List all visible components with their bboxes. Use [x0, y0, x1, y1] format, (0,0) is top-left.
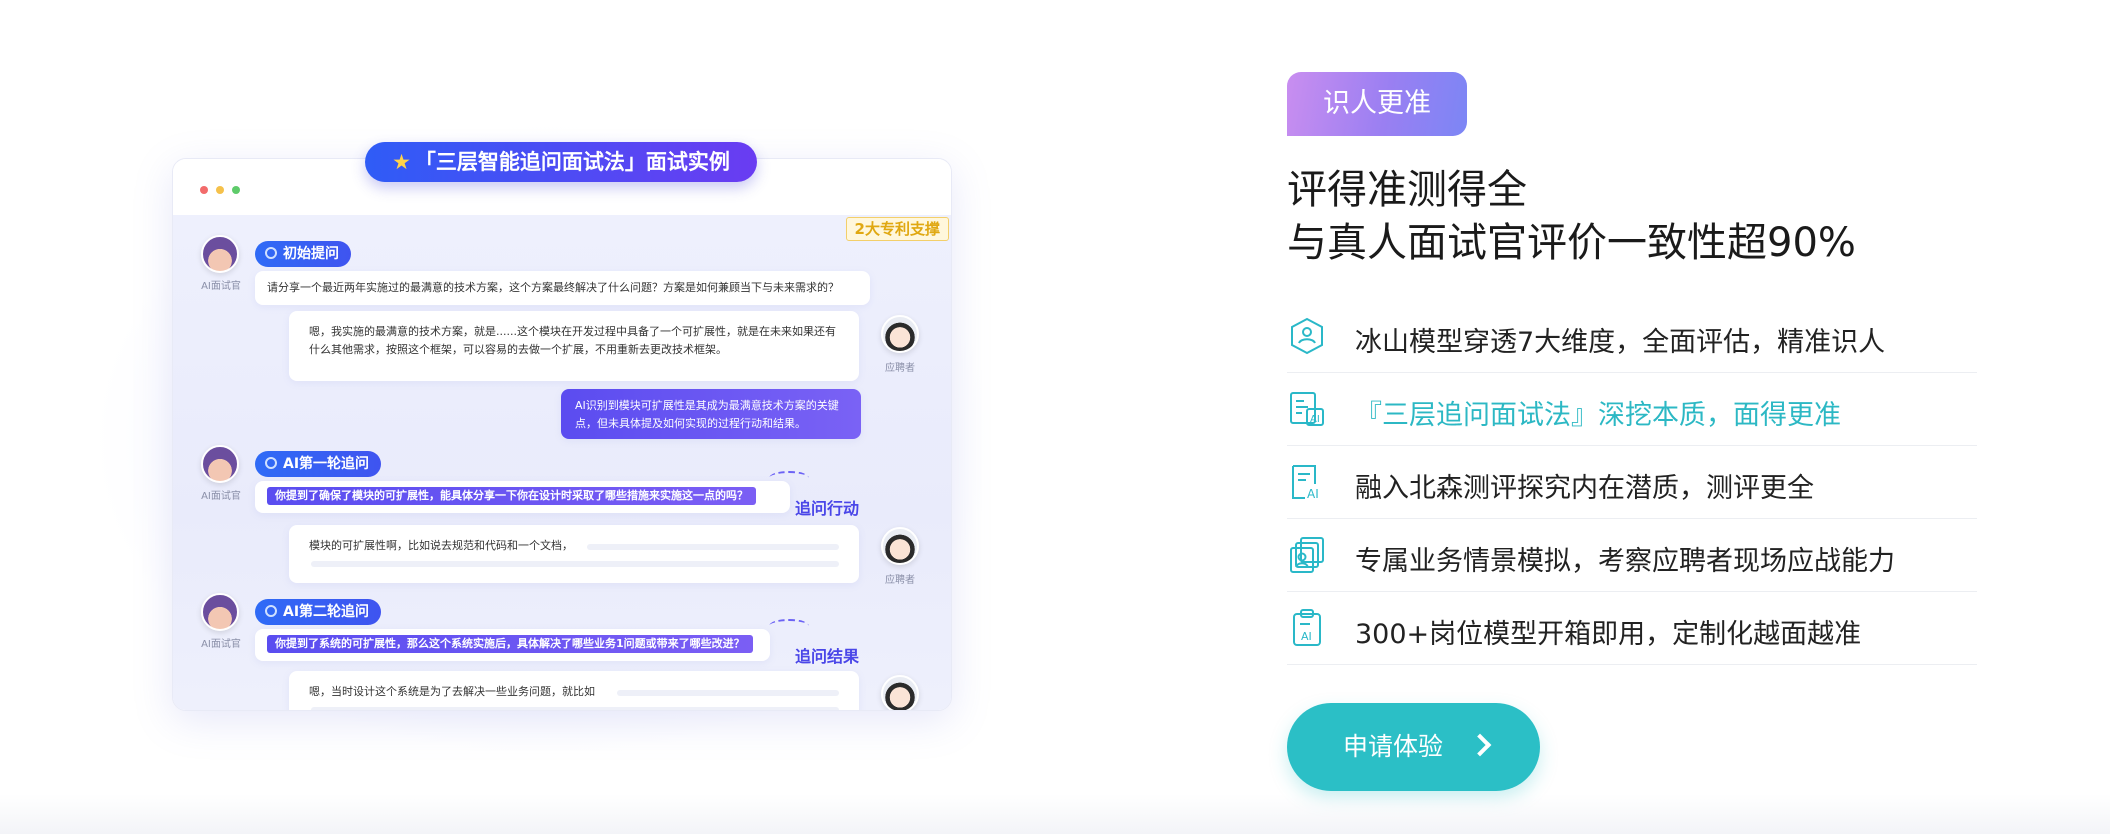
section-tag: 识人更准: [1287, 72, 1467, 136]
question-highlight: 你提到了系统的可扩展性，那么这个系统实施后，具体解决了哪些业务1问题或带来了哪些…: [267, 635, 753, 653]
answer-bubble: 嗯，我实施的最满意的技术方案，就是......这个模块在开发过程中具备了一个可扩…: [289, 311, 859, 381]
ai-insight-bubble: AI识别到模块可扩展性是其成为最满意技术方案的关键点，但未具体提及如何实现的过程…: [561, 389, 861, 439]
ai-interviewer-label: AI面试官: [201, 491, 241, 502]
demo-title: ★ 「三层智能追问面试法」面试实例: [365, 142, 757, 182]
svg-text:AI: AI: [1301, 630, 1312, 643]
apply-trial-button[interactable]: 申请体验: [1287, 703, 1540, 791]
placeholder-line: [311, 707, 839, 710]
patent-badge: 2大专利支撑: [845, 217, 949, 241]
feature-item-active[interactable]: AI 『三层追问面试法』深挖本质，面得更准: [1287, 373, 1977, 446]
placeholder-line: [617, 690, 839, 696]
chevron-right-icon: [1468, 733, 1492, 757]
ai-swirl-icon: [265, 457, 277, 469]
ai-interviewer-label: AI面试官: [201, 639, 241, 650]
candidate-label: 应聘者: [885, 575, 915, 586]
question-bubble: 请分享一个最近两年实施过的最满意的技术方案，这个方案最终解决了什么问题？方案是如…: [255, 271, 870, 305]
candidate-avatar: [881, 527, 919, 565]
window-maximize-dot: [232, 186, 240, 194]
document-ai-icon: AI: [1292, 465, 1319, 501]
curved-arrow-icon: [769, 471, 809, 485]
ai-swirl-icon: [265, 247, 277, 259]
step-pill-round-1: AI第一轮追问: [255, 451, 382, 477]
feature-text: 融入北森测评探究内在潜质，测评更全: [1355, 473, 1814, 504]
feature-text: 300+岗位模型开箱即用，定制化越面越准: [1355, 619, 1862, 650]
step-pill-initial: 初始提问: [255, 241, 351, 267]
candidate-avatar: [881, 315, 919, 353]
candidate-avatar: [881, 675, 919, 710]
headline-line-1: 评得准测得全: [1287, 167, 1527, 213]
chat-area: 2大专利支撑 AI面试官 初始提问 请分享一个最近两年实施过的最满意的技术方案，…: [173, 215, 951, 710]
curved-arrow-icon: [769, 619, 809, 633]
step-pill-round-2: AI第二轮追问: [255, 599, 382, 625]
feature-text: 冰山模型穿透7大维度，全面评估，精准识人: [1355, 327, 1886, 358]
feature-item[interactable]: 专属业务情景模拟，考察应聘者现场应战能力: [1287, 519, 1977, 592]
question-highlight: 你提到了确保了模块的可扩展性，能具体分享一下你在设计时采取了哪些措施来实施这一点…: [267, 487, 756, 505]
ai-interviewer-avatar: [201, 593, 239, 631]
demo-window: 2大专利支撑 AI面试官 初始提问 请分享一个最近两年实施过的最满意的技术方案，…: [172, 158, 952, 711]
svg-text:AI: AI: [1307, 487, 1319, 501]
interview-demo: ★ 「三层智能追问面试法」面试实例 2大专利支撑 AI面试官 初始提问 请分享一个…: [90, 120, 1000, 760]
clipboard-ai-icon: AI: [1293, 609, 1321, 646]
follow-up-tag: 追问结果: [795, 647, 860, 666]
feature-item[interactable]: AI 融入北森测评探究内在潜质，测评更全: [1287, 446, 1977, 519]
apply-trial-label: 申请体验: [1343, 732, 1444, 761]
three-layer-ai-icon: AI: [1290, 392, 1324, 426]
feature-text: 『三层追问面试法』深挖本质，面得更准: [1355, 400, 1841, 431]
window-close-dot: [200, 186, 208, 194]
scenario-cards-icon: [1290, 537, 1324, 573]
candidate-label: 应聘者: [885, 363, 915, 374]
feature-text: 专属业务情景模拟，考察应聘者现场应战能力: [1355, 546, 1895, 577]
feature-item[interactable]: AI 300+岗位模型开箱即用，定制化越面越准: [1287, 592, 1977, 665]
window-minimize-dot: [216, 186, 224, 194]
svg-text:AI: AI: [1310, 414, 1320, 425]
headline: 评得准测得全 与真人面试官评价一致性超90%: [1287, 164, 2007, 270]
bottom-fade: [0, 794, 2110, 834]
answer-bubble: 模块的可扩展性啊，比如说去规范和代码和一个文档，: [289, 525, 859, 583]
page: ★ 「三层智能追问面试法」面试实例 2大专利支撑 AI面试官 初始提问 请分享一个…: [0, 0, 2110, 834]
iceberg-model-icon: [1291, 317, 1323, 355]
ai-interviewer-avatar: [201, 445, 239, 483]
placeholder-line: [587, 544, 839, 550]
feature-list: 冰山模型穿透7大维度，全面评估，精准识人 AI 『三层追问面试法』深挖本质，面得…: [1287, 300, 1977, 665]
headline-line-2: 与真人面试官评价一致性超90%: [1287, 220, 1856, 266]
ai-interviewer-label: AI面试官: [201, 281, 241, 292]
star-icon: ★: [392, 150, 411, 174]
ai-interviewer-avatar: [201, 235, 239, 273]
feature-item[interactable]: 冰山模型穿透7大维度，全面评估，精准识人: [1287, 300, 1977, 373]
ai-swirl-icon: [265, 605, 277, 617]
follow-up-tag: 追问行动: [795, 499, 860, 518]
placeholder-line: [311, 561, 839, 567]
